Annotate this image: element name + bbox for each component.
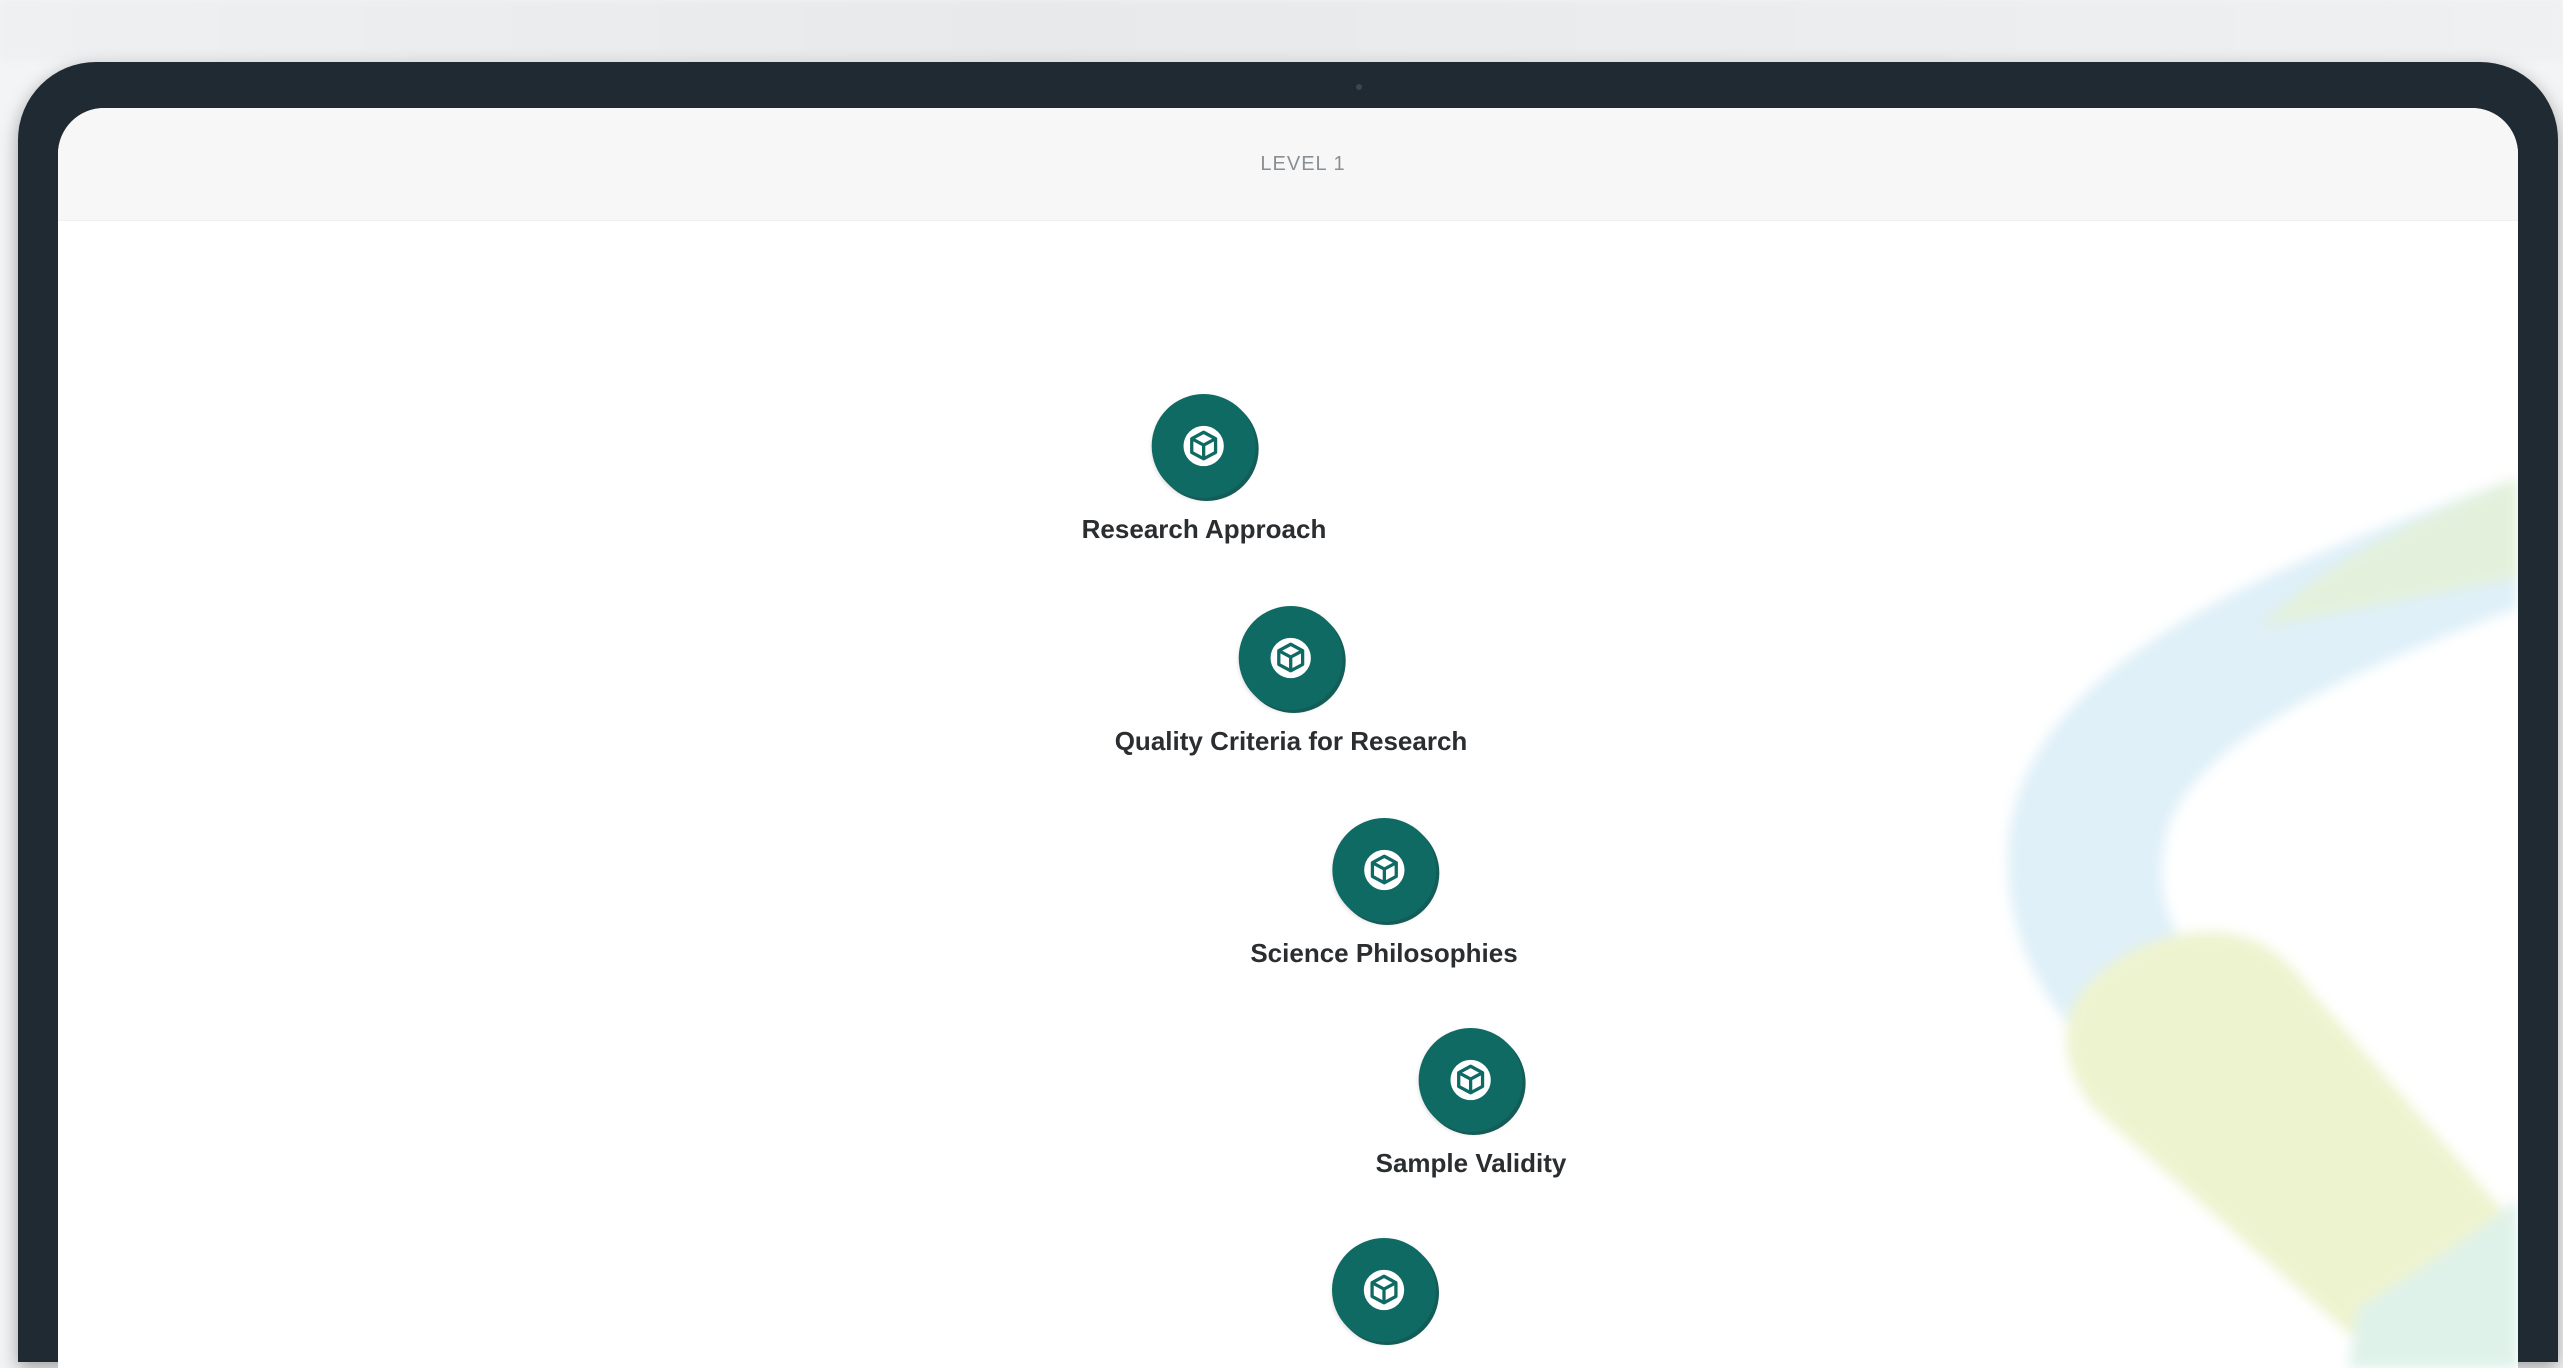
tablet-frame: LEVEL 1 Research Approach Quality Criter… xyxy=(18,62,2558,1368)
node-button[interactable] xyxy=(1238,606,1343,710)
path-node-science-philosophies[interactable]: Science Philosophies xyxy=(1250,818,1518,969)
path-node-quality-criteria[interactable]: Quality Criteria for Research xyxy=(1114,606,1468,757)
cube-icon xyxy=(1450,1059,1492,1101)
level-header: LEVEL 1 xyxy=(58,108,2518,221)
path-node-next[interactable] xyxy=(1332,1238,1436,1358)
cube-icon xyxy=(1363,1269,1405,1311)
node-button[interactable] xyxy=(1332,818,1436,922)
path-node-sample-validity[interactable]: Sample Validity xyxy=(1375,1028,1567,1179)
node-label: Science Philosophies xyxy=(1250,938,1518,968)
node-button[interactable] xyxy=(1419,1028,1523,1132)
node-button[interactable] xyxy=(1332,1238,1436,1342)
cube-icon xyxy=(1270,637,1312,679)
node-button[interactable] xyxy=(1152,394,1256,498)
cube-icon xyxy=(1363,849,1405,891)
node-label: Research Approach xyxy=(1081,514,1327,544)
cube-icon xyxy=(1183,425,1225,467)
app-screen: LEVEL 1 Research Approach Quality Criter… xyxy=(58,108,2518,1368)
node-label: Sample Validity xyxy=(1375,1148,1567,1178)
level-title: LEVEL 1 xyxy=(1260,152,1346,175)
backdrop xyxy=(0,0,2563,60)
node-label: Quality Criteria for Research xyxy=(1114,726,1468,756)
path-node-research-approach[interactable]: Research Approach xyxy=(1081,394,1327,545)
camera-dot xyxy=(1356,84,1362,90)
